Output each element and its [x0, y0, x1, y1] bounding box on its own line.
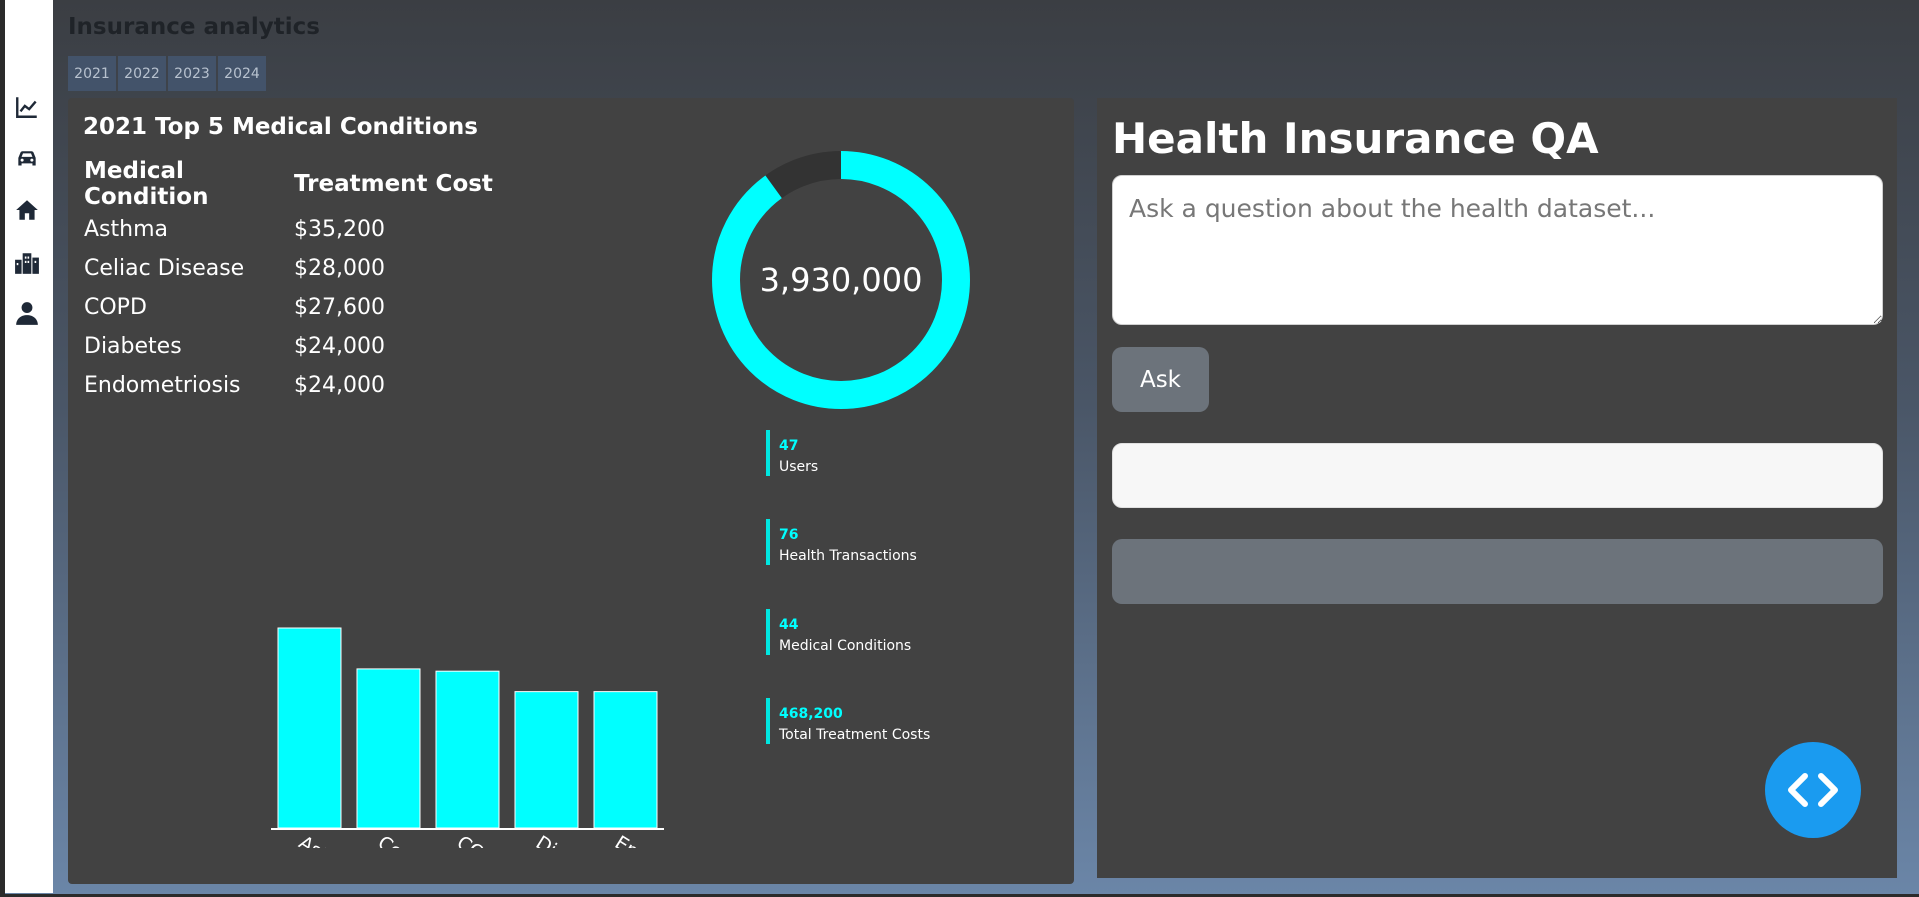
tab-year-2023[interactable]: 2023	[168, 56, 216, 91]
stat-value: 76	[779, 527, 799, 543]
bar-3	[514, 691, 579, 829]
cost-cell: $24,000	[294, 373, 385, 398]
city-icon[interactable]	[11, 247, 43, 279]
table-row: Endometriosis $24,000	[84, 366, 493, 405]
condition-cell: Asthma	[84, 217, 168, 242]
donut-value: 3,930,000	[760, 261, 923, 299]
cost-cell: $35,200	[294, 217, 385, 242]
stat-value: 47	[779, 438, 799, 454]
condition-cell: COPD	[84, 295, 147, 320]
sidebar	[5, 0, 53, 893]
chart-line-icon[interactable]	[11, 91, 43, 123]
column-header-condition: Medical Condition	[84, 158, 209, 210]
stat-medical-conditions: 44 Medical Conditions	[766, 609, 1016, 655]
condition-cell: Diabetes	[84, 334, 182, 359]
code-toggle-button[interactable]	[1765, 742, 1861, 838]
stat-health-transactions: 76 Health Transactions	[766, 519, 1016, 565]
bar-1	[356, 668, 421, 829]
table-header-row: Medical Condition Treatment Cost	[84, 158, 493, 210]
stat-label: Total Treatment Costs	[779, 727, 931, 743]
table-row: Celiac Disease $28,000	[84, 249, 493, 288]
cost-cell: $28,000	[294, 256, 385, 281]
bar-4	[593, 691, 658, 829]
x-tick-label: Endometriosis	[611, 832, 737, 848]
table-row: Diabetes $24,000	[84, 327, 493, 366]
stat-value: 468,200	[779, 706, 843, 722]
stat-label: Users	[779, 459, 819, 475]
x-tick-label: Diabetes	[532, 832, 615, 848]
conditions-panel: 2021 Top 5 Medical Conditions Medical Co…	[68, 98, 1074, 884]
stat-label: Health Transactions	[779, 548, 917, 564]
answer-output	[1112, 443, 1883, 508]
bar-0	[277, 627, 342, 829]
tab-year-2022[interactable]: 2022	[118, 56, 166, 91]
stat-value: 44	[779, 617, 799, 633]
column-header-cost: Treatment Cost	[294, 171, 493, 197]
tab-year-2021[interactable]: 2021	[68, 56, 116, 91]
cost-cell: $24,000	[294, 334, 385, 359]
car-icon[interactable]	[11, 143, 43, 175]
app-title: Insurance analytics	[68, 14, 320, 40]
qa-title: Health Insurance QA	[1112, 114, 1599, 163]
x-tick-label: Asthma	[295, 832, 368, 848]
stat-total-treatment-costs: 468,200 Total Treatment Costs	[766, 698, 1016, 744]
table-row: Asthma $35,200	[84, 210, 493, 249]
bar-2	[435, 670, 500, 829]
conditions-table: Medical Condition Treatment Cost Asthma …	[84, 158, 493, 405]
conditions-panel-title: 2021 Top 5 Medical Conditions	[83, 114, 478, 140]
condition-cell: Celiac Disease	[84, 256, 245, 281]
home-icon[interactable]	[11, 194, 43, 226]
table-row: COPD $27,600	[84, 288, 493, 327]
tab-year-2024[interactable]: 2024	[218, 56, 266, 91]
code-brackets-icon	[1788, 773, 1838, 807]
question-input[interactable]	[1112, 175, 1883, 325]
stat-users: 47 Users	[766, 430, 1016, 476]
treatment-cost-bar-chart: AsthmaCeliac DiseaseCOPDDiabetesEndometr…	[271, 627, 737, 848]
year-tabs: 2021 2022 2023 2024	[68, 56, 266, 91]
condition-cell: Endometriosis	[84, 373, 241, 398]
user-icon[interactable]	[11, 297, 43, 329]
x-tick-label: COPD	[453, 832, 511, 848]
cost-cell: $27,600	[294, 295, 385, 320]
stat-label: Medical Conditions	[779, 638, 912, 654]
status-bar	[1112, 539, 1883, 604]
ask-button[interactable]: Ask	[1112, 347, 1209, 412]
total-cost-donut: 3,930,000	[712, 151, 970, 409]
